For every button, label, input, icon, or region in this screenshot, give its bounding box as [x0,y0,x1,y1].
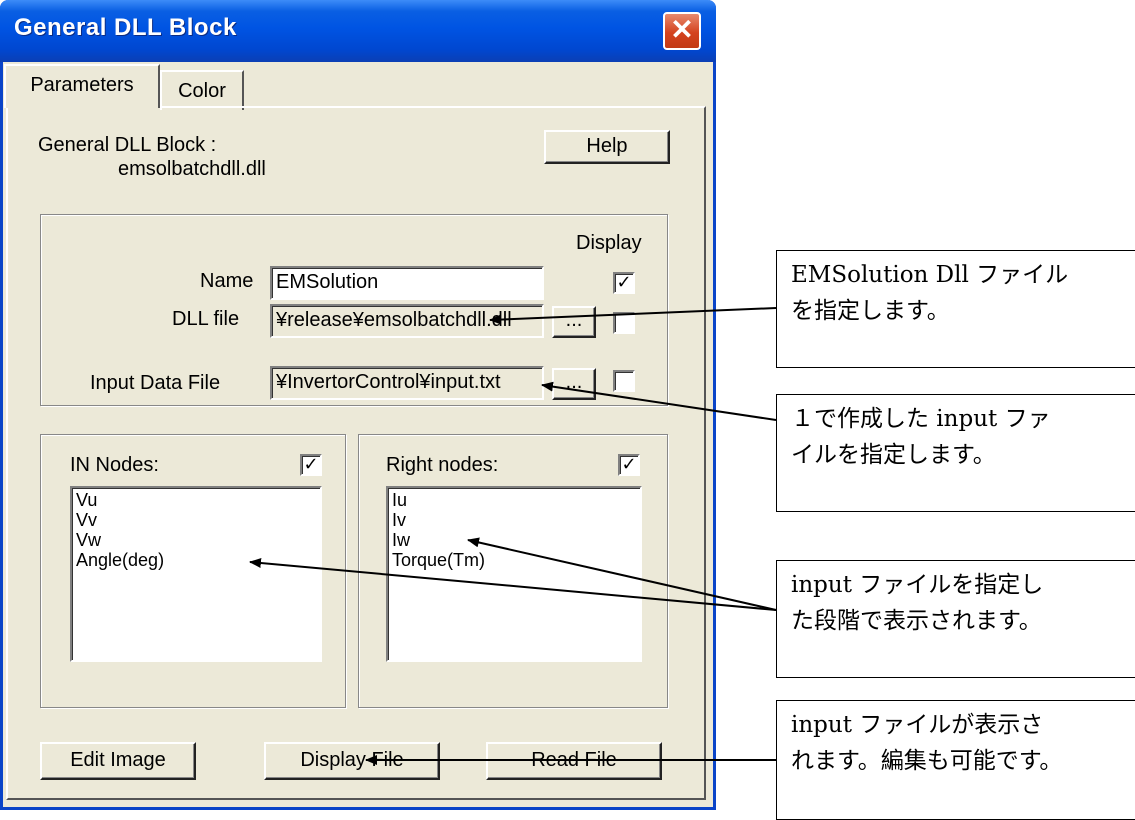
tab-parameters[interactable]: Parameters [4,64,160,108]
arrow-icon [467,537,777,611]
arrow-icon [489,307,777,325]
arrow-icon [249,558,777,611]
arrow-icon [249,307,777,765]
arrow-icon [541,381,777,421]
